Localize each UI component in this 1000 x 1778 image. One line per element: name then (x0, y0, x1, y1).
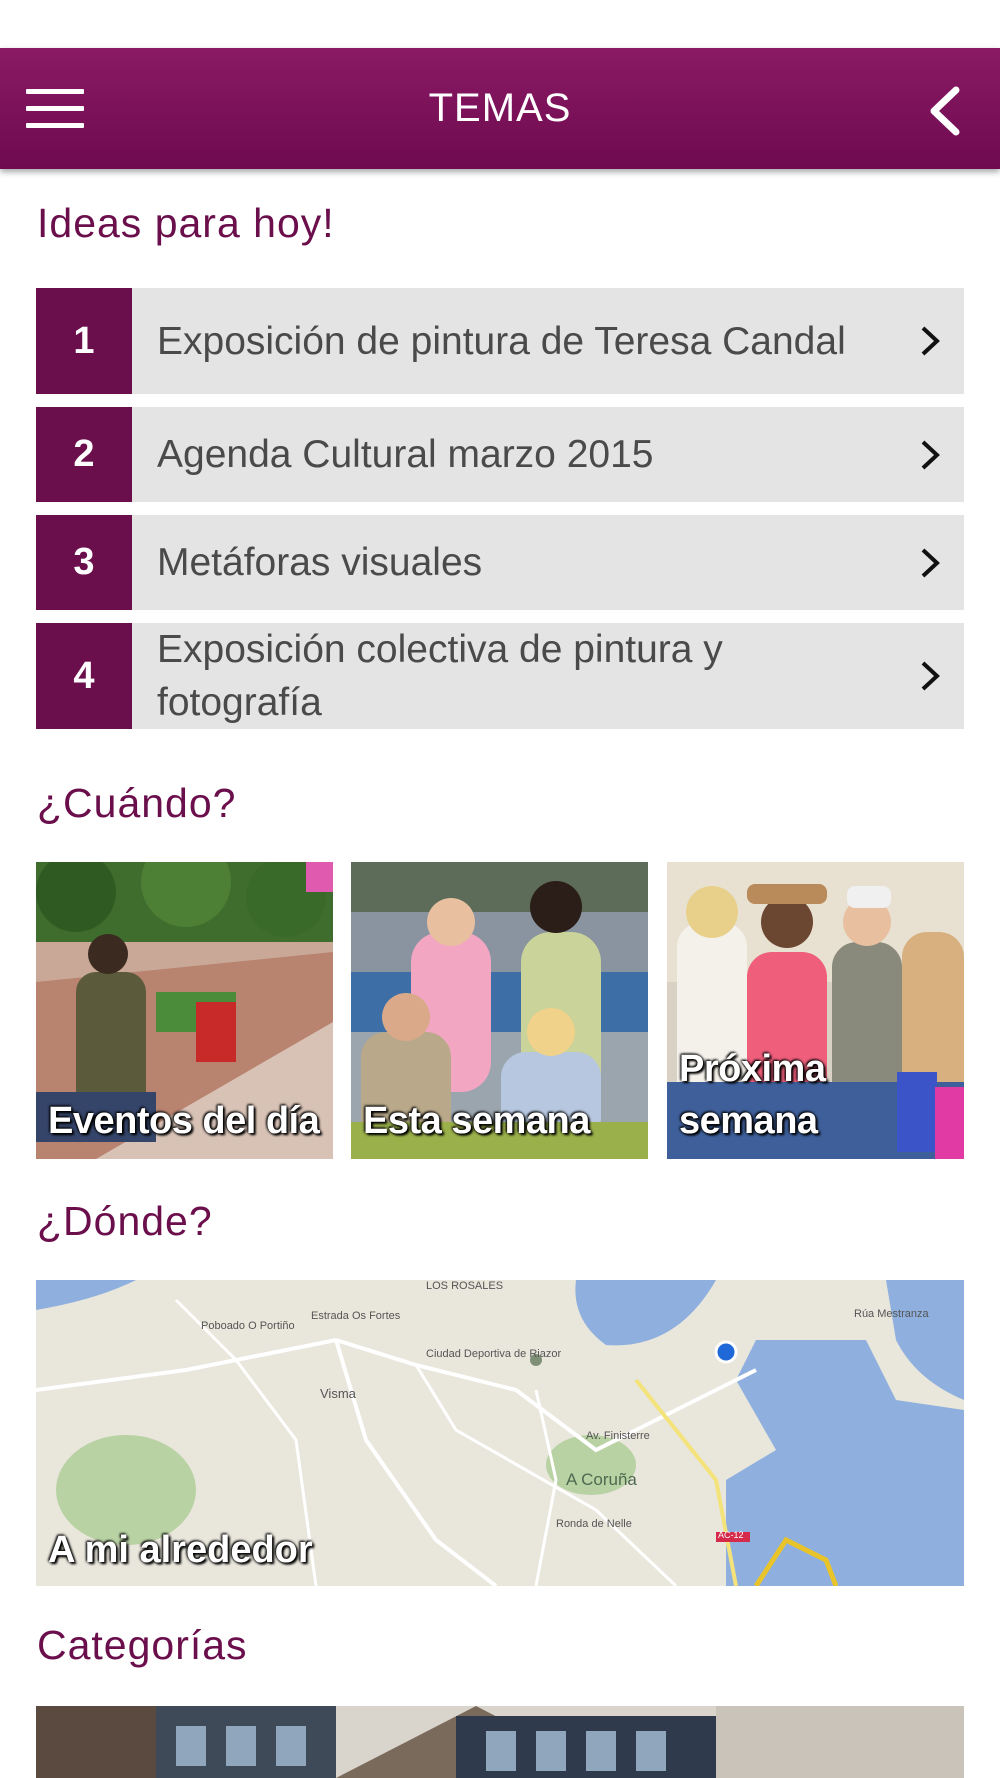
idea-number: 4 (36, 623, 132, 729)
map-place: Av. Finisterre (586, 1430, 650, 1442)
map-place: Ronda de Nelle (556, 1518, 632, 1530)
idea-item-4[interactable]: 4 Exposición colectiva de pintura y foto… (36, 623, 964, 729)
tile-label: Próxima semana (679, 1048, 826, 1142)
status-bar (0, 0, 1000, 48)
cuando-section-title: ¿Cuándo? (37, 780, 237, 826)
idea-label: Agenda Cultural marzo 2015 (157, 433, 654, 476)
categorias-section-title: Categorías (37, 1622, 248, 1668)
tile-eventos-del-dia[interactable]: Eventos del día (36, 862, 333, 1159)
map-place: A Coruña (566, 1470, 637, 1489)
top-bar: TEMAS (0, 48, 1000, 169)
map-place: Ciudad Deportiva de Riazor (426, 1348, 562, 1360)
map-place: Poboado O Portiño (201, 1320, 295, 1332)
category-image[interactable] (36, 1706, 964, 1778)
idea-label: Exposición colectiva de pintura y fotogr… (157, 628, 723, 724)
chevron-right-icon (921, 548, 940, 577)
map-around-me[interactable]: LOS ROSALES Ciudad Deportiva de Riazor V… (36, 1280, 964, 1586)
page-title: TEMAS (428, 86, 572, 130)
map-place: Rúa Mestranza (854, 1308, 929, 1320)
map-place: Estrada Os Fortes (311, 1310, 401, 1322)
map-place: Visma (320, 1386, 356, 1401)
tile-label: Esta semana (363, 1100, 590, 1142)
back-icon[interactable] (924, 86, 964, 136)
donde-section-title: ¿Dónde? (37, 1198, 213, 1244)
map-place: AC-12 (718, 1530, 744, 1540)
chevron-right-icon (921, 326, 940, 356)
tile-proxima-semana[interactable]: Próxima semana (667, 862, 964, 1159)
map-place: LOS ROSALES (426, 1280, 504, 1292)
idea-number: 2 (36, 407, 132, 502)
tile-label: Eventos del día (48, 1100, 320, 1142)
idea-number: 1 (36, 288, 132, 394)
chevron-right-icon (921, 661, 940, 691)
idea-label: Metáforas visuales (157, 541, 483, 584)
idea-item-3[interactable]: 3 Metáforas visuales (36, 515, 964, 610)
idea-number: 3 (36, 515, 132, 610)
idea-item-2[interactable]: 2 Agenda Cultural marzo 2015 (36, 407, 964, 502)
tile-esta-semana[interactable]: Esta semana (351, 862, 648, 1159)
ideas-section-title: Ideas para hoy! (37, 200, 335, 246)
idea-label: Exposición de pintura de Teresa Candal (157, 319, 846, 363)
chevron-right-icon (921, 440, 940, 469)
category-photo (36, 1706, 964, 1778)
idea-item-1[interactable]: 1 Exposición de pintura de Teresa Candal (36, 288, 964, 394)
map-label: A mi alrededor (48, 1529, 313, 1571)
